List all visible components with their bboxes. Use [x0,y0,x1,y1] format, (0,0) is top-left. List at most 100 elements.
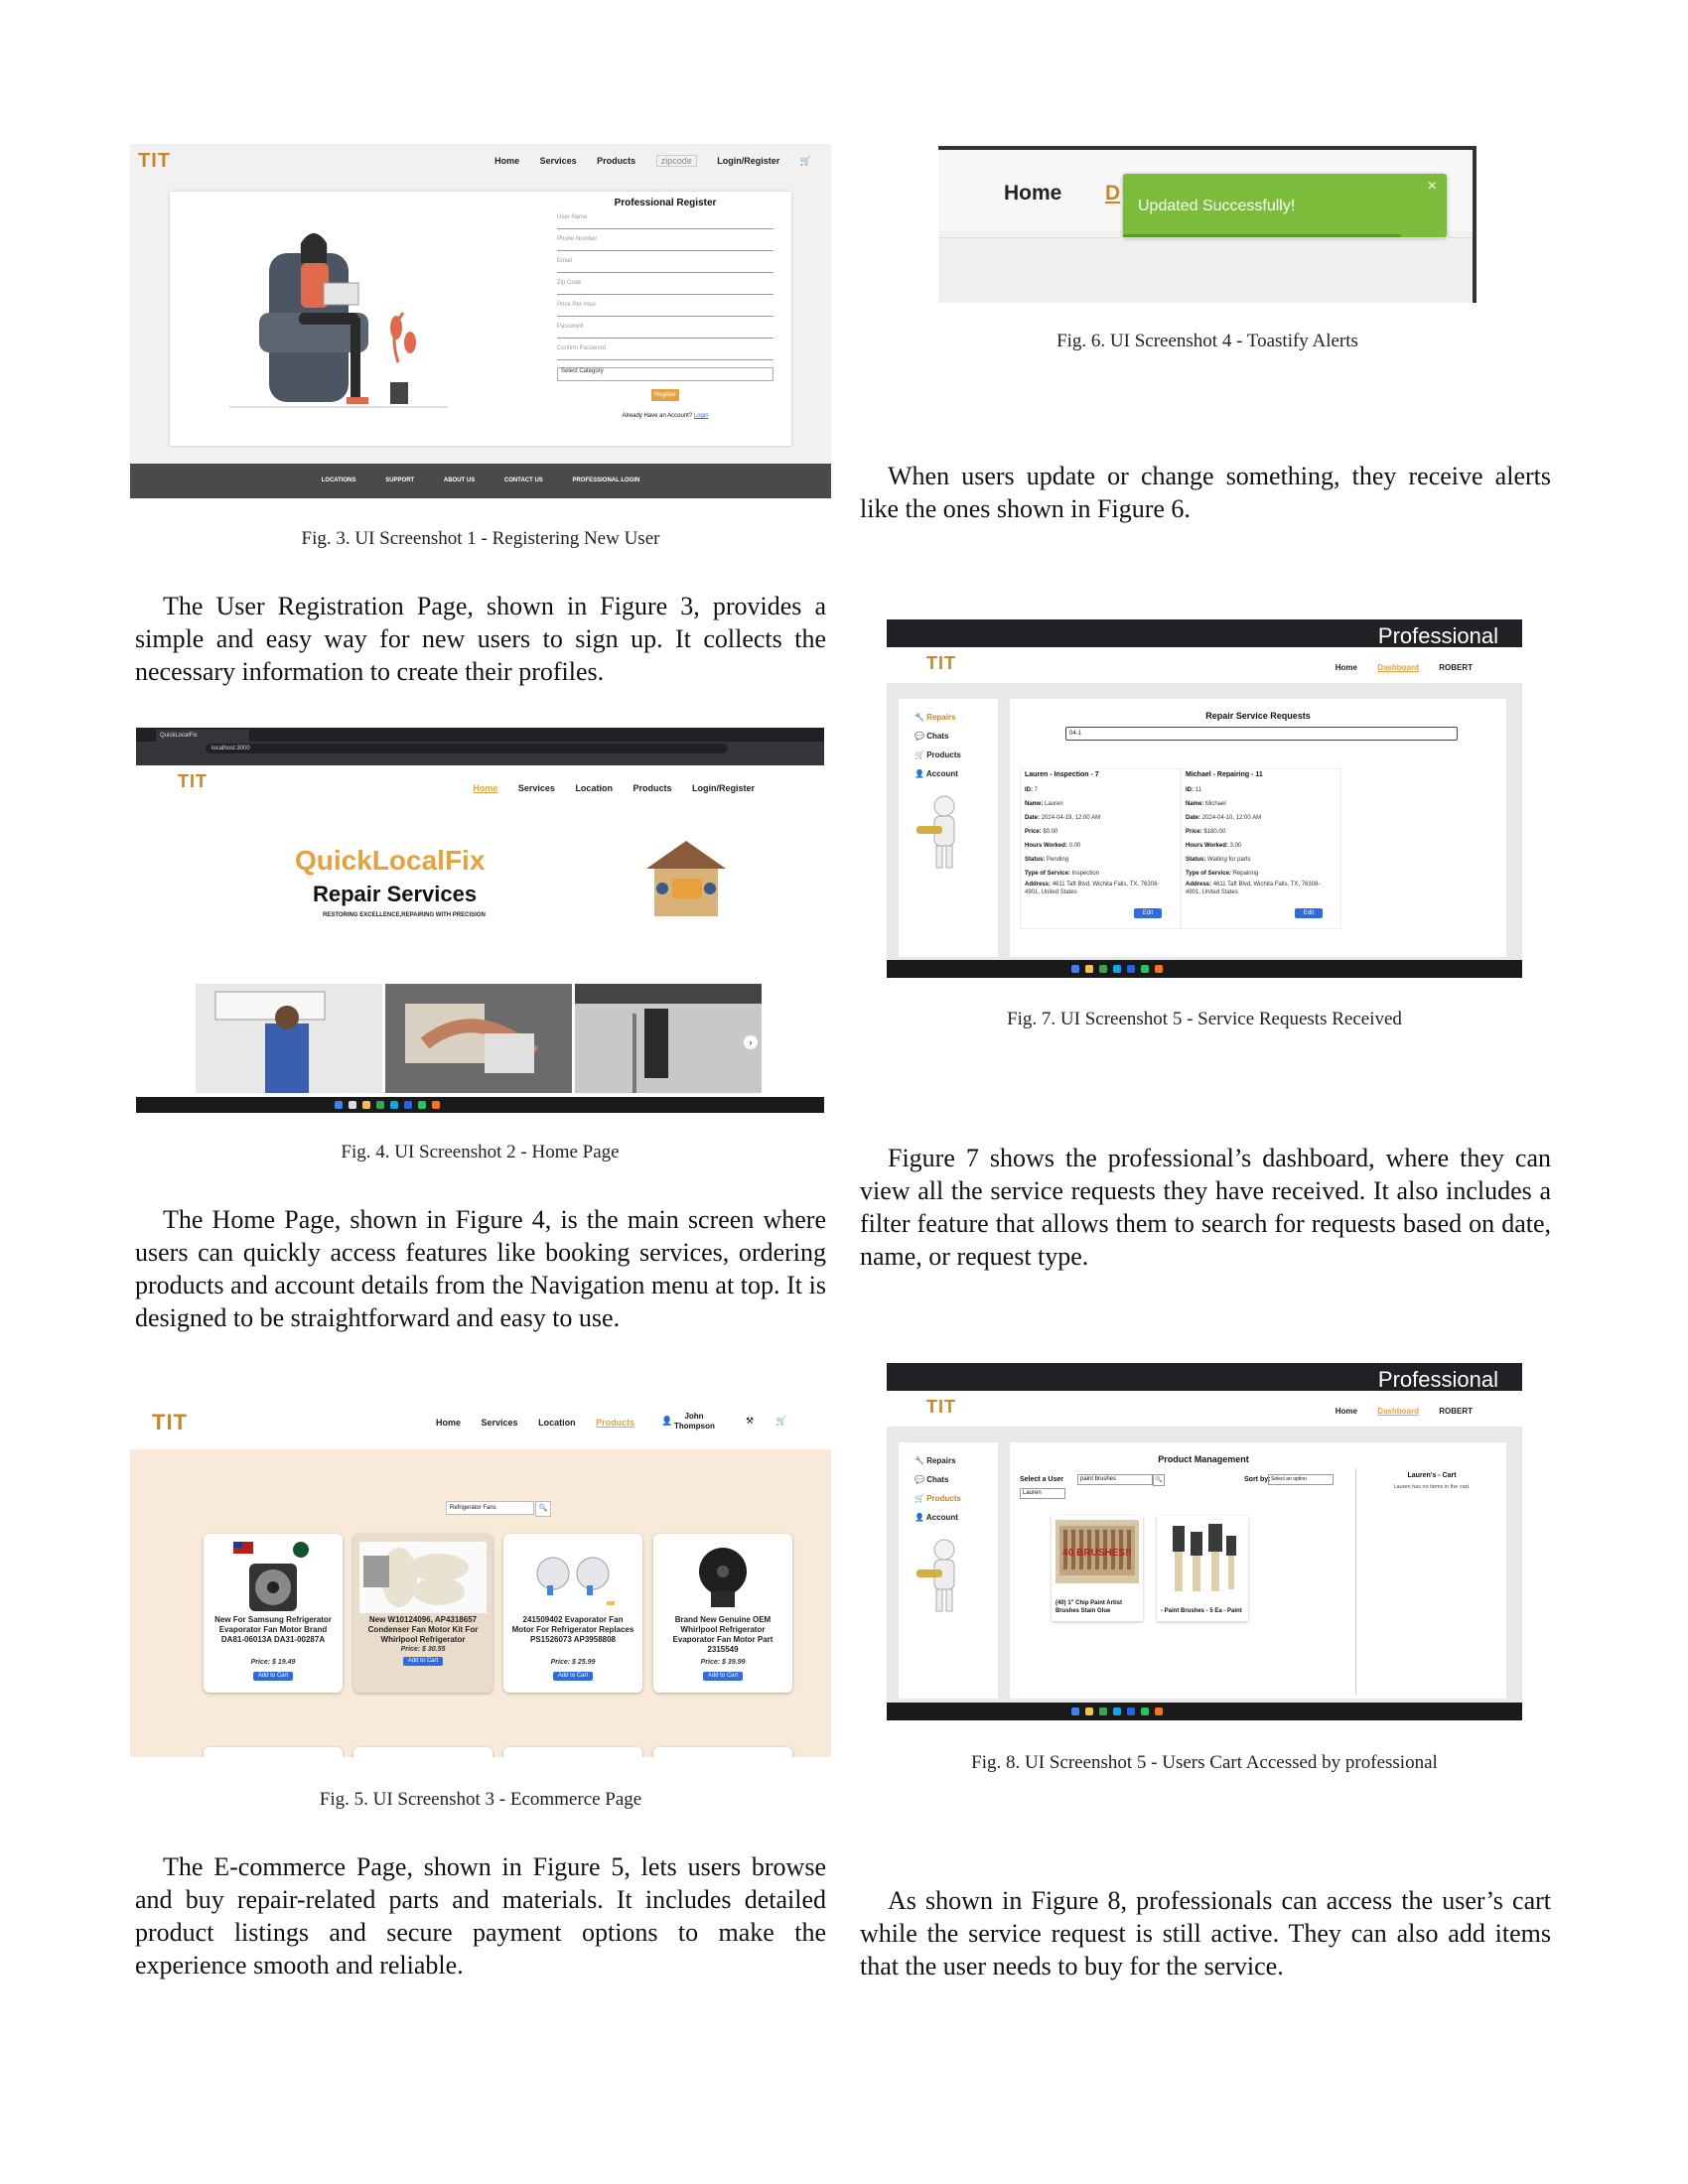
sidebar-item-account[interactable]: 👤 Account [914,769,998,778]
edit-button[interactable]: Edit [1134,908,1162,918]
footer-support[interactable]: SUPPORT [385,478,414,483]
request-search-input[interactable]: 04-1 [1065,727,1458,741]
add-to-cart-button[interactable]: Add to Cart [703,1672,743,1681]
edge-icon[interactable] [1113,965,1121,973]
nav-home[interactable]: Home [473,783,497,793]
phone-field[interactable]: Phone Number [557,236,774,251]
product-search-input[interactable]: Refrigerator Fans [446,1501,534,1515]
nav-dashboard[interactable]: Dashboard [1377,1407,1419,1416]
add-to-cart-button[interactable]: Add to Cart [253,1672,293,1681]
add-to-cart-button[interactable]: Add to Cart [403,1657,443,1666]
cart-icon[interactable]: 🛒 [775,1416,786,1427]
user-name[interactable]: John Thompson [674,1412,715,1432]
chrome-icon[interactable] [1099,1707,1107,1715]
toast-close-icon[interactable]: × [1428,178,1437,196]
product-card[interactable]: New W10124096, AP4318657 Condenser Fan M… [353,1534,492,1693]
windows-start-icon[interactable] [1071,1707,1079,1715]
footer-locations[interactable]: LOCATIONS [322,478,356,483]
vscode-icon[interactable] [404,1101,412,1109]
sort-select[interactable]: Select an option [1268,1474,1334,1485]
edit-button[interactable]: Edit [1295,908,1323,918]
nav-user[interactable]: ROBERT [1439,663,1473,672]
search-icon[interactable]: 🔍 [1153,1474,1165,1486]
sidebar-item-products[interactable]: 🛒 Products [914,1494,998,1503]
folder-icon[interactable] [1085,965,1093,973]
carousel-next-button[interactable]: › [744,1035,758,1049]
footer-contact[interactable]: CONTACT US [504,478,543,483]
product-card[interactable]: 241509402 Evaporator Fan Motor For Refri… [503,1534,642,1693]
product-card[interactable]: - Paint Brushes - 5 Ea - Paint [1157,1516,1248,1621]
nav-location[interactable]: Location [575,783,613,793]
search-icon[interactable]: 🔍 [535,1501,551,1517]
user-select[interactable]: Lauren [1020,1488,1065,1499]
category-select[interactable]: Select Category [557,367,774,381]
nav-login[interactable]: Login/Register [717,156,779,166]
confirm-password-field[interactable]: Confirm Password [557,345,774,360]
nav-home[interactable]: Home [1336,663,1357,672]
folder-icon[interactable] [1085,1707,1093,1715]
spotify-icon[interactable] [418,1101,426,1109]
product-card-partial[interactable] [204,1747,343,1757]
product-card[interactable]: Brand New Genuine OEM Whirlpool Refriger… [653,1534,792,1693]
nav-products[interactable]: Products [596,1418,634,1428]
sidebar-item-account[interactable]: 👤 Account [914,1513,998,1522]
sidebar-item-chats[interactable]: 💬 Chats [914,732,998,741]
nav-home[interactable]: Home [436,1418,461,1428]
chrome-icon[interactable] [1099,965,1107,973]
email-field[interactable]: Email [557,258,774,273]
sidebar-item-chats[interactable]: 💬 Chats [914,1475,998,1484]
spotify-icon[interactable] [1141,965,1149,973]
zipcode-input[interactable]: zipcode [655,155,697,167]
login-link[interactable]: Login [694,413,709,419]
spotify-icon[interactable] [1141,1707,1149,1715]
nav-dashboard-partial[interactable]: D [1105,182,1120,205]
register-button[interactable]: Register [651,389,679,401]
vscode-icon[interactable] [1127,1707,1135,1715]
sidebar-item-repairs[interactable]: 🔧 Repairs [914,1456,998,1465]
product-card-partial[interactable] [653,1747,792,1757]
nav-products[interactable]: Products [597,156,635,166]
product-card[interactable]: 40 BRUSHES!! (40) 1" Chip Paint Artist B… [1052,1516,1143,1621]
nav-products[interactable]: Products [633,783,671,793]
tools-icon[interactable]: ⚒ [746,1416,754,1427]
user-icon[interactable]: 👤 [661,1416,672,1427]
nav-home[interactable]: Home [1336,1407,1357,1416]
password-field[interactable]: Password [557,324,774,339]
brave-icon[interactable] [1155,1707,1163,1715]
search-icon[interactable] [349,1101,356,1109]
edge-icon[interactable] [1113,1707,1121,1715]
url-field[interactable]: localhost:3000 [206,744,728,753]
nav-user[interactable]: ROBERT [1439,1407,1473,1416]
price-field[interactable]: Price Per Hour [557,302,774,317]
nav-home[interactable]: Home [1004,182,1061,205]
footer-about[interactable]: ABOUT US [444,478,475,483]
nav-services[interactable]: Services [540,156,577,166]
footer-pro-login[interactable]: PROFESSIONAL LOGIN [572,478,639,483]
username-field[interactable]: User Name [557,214,774,229]
product-card-partial[interactable] [353,1747,492,1757]
request-date: 2024-04-19, 12:00 AM [1041,815,1101,821]
browser-tab[interactable]: QuickLocalFix [156,730,249,742]
zip-field[interactable]: Zip Code [557,280,774,295]
brave-icon[interactable] [432,1101,440,1109]
nav-location[interactable]: Location [538,1418,576,1428]
chrome-icon[interactable] [376,1101,384,1109]
sidebar-item-repairs[interactable]: 🔧 Repairs [914,713,998,722]
vscode-icon[interactable] [1127,965,1135,973]
edge-icon[interactable] [390,1101,398,1109]
cart-icon[interactable]: 🛒 [800,156,811,166]
folder-icon[interactable] [362,1101,370,1109]
add-to-cart-button[interactable]: Add to Cart [553,1672,593,1681]
windows-start-icon[interactable] [1071,965,1079,973]
windows-start-icon[interactable] [335,1101,343,1109]
nav-login[interactable]: Login/Register [692,783,755,793]
product-card[interactable]: New For Samsung Refrigerator Evaporator … [204,1534,343,1693]
nav-dashboard[interactable]: Dashboard [1377,663,1419,672]
brave-icon[interactable] [1155,965,1163,973]
product-search-input[interactable]: paint brushes [1077,1474,1153,1485]
nav-services[interactable]: Services [518,783,555,793]
sidebar-item-products[interactable]: 🛒 Products [914,751,998,759]
nav-services[interactable]: Services [482,1418,518,1428]
product-card-partial[interactable] [503,1747,642,1757]
nav-home[interactable]: Home [494,156,519,166]
